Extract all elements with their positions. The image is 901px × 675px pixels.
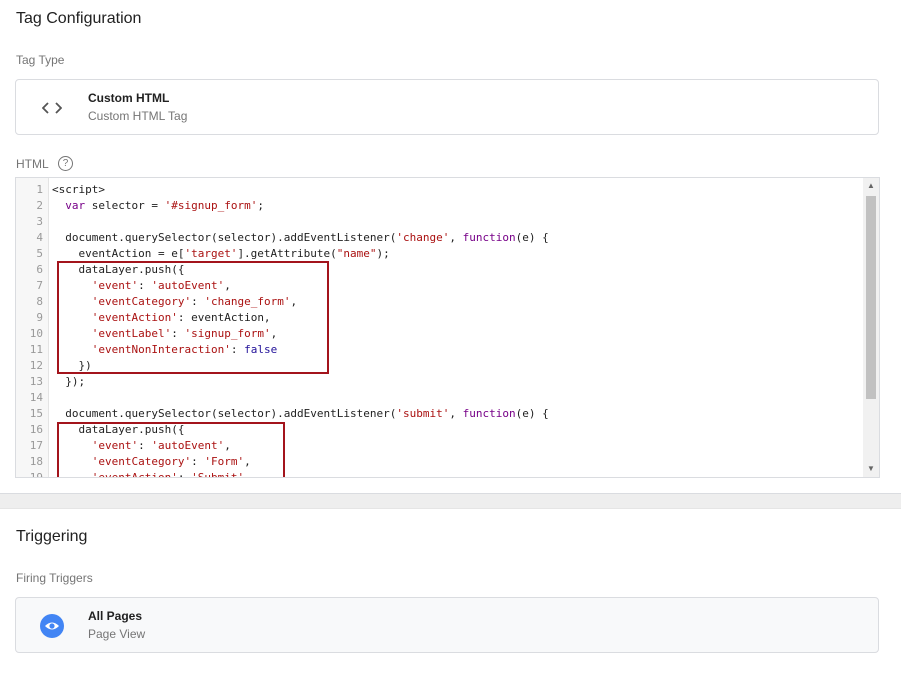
help-icon[interactable]: ?: [58, 156, 73, 171]
tag-type-description: Custom HTML Tag: [88, 109, 188, 123]
firing-triggers-label: Firing Triggers: [16, 571, 93, 585]
tag-configuration-title: Tag Configuration: [16, 10, 142, 27]
code-text: document.querySelector(selector).addEven…: [52, 231, 549, 244]
code-line: 13 });: [16, 374, 85, 390]
code-line: 7 'event': 'autoEvent',: [16, 278, 230, 294]
code-line: 6 dataLayer.push({: [16, 262, 184, 278]
code-line: 2 var selector = '#signup_form';: [16, 198, 264, 214]
line-number: 18: [29, 455, 43, 468]
code-line: 4 document.querySelector(selector).addEv…: [16, 230, 548, 246]
line-number: 3: [36, 215, 43, 228]
code-line: 14: [16, 390, 43, 406]
code-line: 19 'eventAction': 'Submit',: [16, 470, 251, 478]
tag-type-card[interactable]: Custom HTML Custom HTML Tag: [15, 79, 879, 135]
html-label: HTML: [16, 157, 49, 171]
line-number: 13: [29, 375, 43, 388]
code-text: var selector = '#signup_form';: [65, 199, 264, 212]
line-number: 7: [36, 279, 43, 292]
line-number: 6: [36, 263, 43, 276]
highlight-box-submit: [57, 422, 285, 477]
code-line: 10 'eventLabel': 'signup_form',: [16, 326, 277, 342]
code-line: 5 eventAction = e['target'].getAttribute…: [16, 246, 389, 262]
line-number: 14: [29, 391, 43, 404]
code-text: document.querySelector(selector).addEven…: [52, 407, 549, 420]
code-line: 1 <script>: [16, 182, 105, 198]
section-divider: [0, 493, 901, 509]
trigger-card[interactable]: All Pages Page View: [15, 597, 879, 653]
line-number: 10: [29, 327, 43, 340]
code-line: 12 }): [16, 358, 92, 374]
line-number: 8: [36, 295, 43, 308]
code-line: 3: [16, 214, 43, 230]
code-line: 8 'eventCategory': 'change_form',: [16, 294, 297, 310]
line-number: 2: [36, 199, 43, 212]
line-number: 11: [29, 343, 43, 356]
triggering-title: Triggering: [16, 528, 88, 545]
line-number: 19: [29, 471, 43, 478]
code-line: 11 'eventNonInteraction': false: [16, 342, 277, 358]
code-line: 9 'eventAction': eventAction,: [16, 310, 270, 326]
line-number: 5: [36, 247, 43, 260]
highlight-box-change: [57, 261, 329, 374]
code-brackets-icon: [40, 96, 64, 120]
code-lines: 1 <script> 2 var selector = '#signup_form'…: [16, 182, 549, 478]
code-line: 16 dataLayer.push({: [16, 422, 185, 438]
line-number: 1: [36, 183, 43, 196]
line-number: 17: [29, 439, 43, 452]
line-number: 12: [29, 359, 43, 372]
line-number: 9: [36, 311, 43, 324]
code-line: 17 'event': 'autoEvent',: [16, 438, 231, 454]
scroll-up-arrow-icon[interactable]: ▲: [863, 178, 879, 194]
trigger-description: Page View: [88, 627, 146, 641]
code-line: 18 'eventCategory': 'Form',: [16, 454, 251, 470]
trigger-name: All Pages: [88, 609, 143, 623]
line-number: 4: [36, 231, 43, 244]
vertical-scrollbar[interactable]: ▲ ▼: [863, 178, 879, 477]
code-editor[interactable]: 1 <script> 2 var selector = '#signup_form'…: [15, 177, 880, 478]
scroll-down-arrow-icon[interactable]: ▼: [863, 461, 879, 477]
code-text: });: [52, 375, 86, 388]
code-text: <script>: [52, 183, 105, 196]
tag-type-label: Tag Type: [16, 53, 65, 67]
line-number: 16: [29, 423, 43, 436]
code-line: 15 document.querySelector(selector).addE…: [16, 406, 549, 422]
code-text: eventAction = e['target'].getAttribute("…: [52, 247, 390, 260]
tag-type-name: Custom HTML: [88, 91, 170, 105]
scrollbar-thumb[interactable]: [866, 196, 876, 399]
line-number: 15: [29, 407, 43, 420]
eye-icon: [40, 614, 64, 638]
